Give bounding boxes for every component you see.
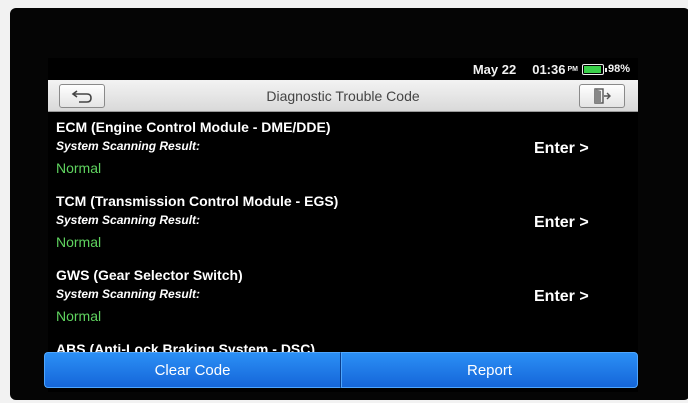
- scan-status: Normal: [56, 234, 102, 250]
- report-button[interactable]: Report: [341, 352, 638, 388]
- enter-button[interactable]: Enter >: [534, 288, 589, 306]
- enter-button[interactable]: Enter >: [534, 214, 589, 232]
- back-button[interactable]: [59, 84, 105, 108]
- enter-button[interactable]: Enter >: [534, 140, 589, 158]
- status-ampm: PM: [567, 65, 578, 73]
- exit-button[interactable]: [579, 84, 625, 108]
- status-time: 01:36: [532, 61, 566, 77]
- list-item-gws: GWS (Gear Selector Switch) System Scanni…: [48, 266, 638, 340]
- action-bar: Clear Code Report: [44, 352, 638, 388]
- clear-code-button[interactable]: Clear Code: [44, 352, 341, 388]
- status-date: May 22: [472, 61, 517, 77]
- battery-icon: [581, 63, 607, 75]
- scan-status: Normal: [56, 308, 102, 324]
- exit-icon: [594, 88, 611, 104]
- battery-percent: 98%: [607, 63, 630, 75]
- screen: May 22 01:36 PM 98% Diagnostic Trouble C…: [48, 58, 638, 392]
- scan-status: Normal: [56, 160, 102, 176]
- module-name: GWS (Gear Selector Switch): [56, 267, 243, 283]
- module-name: ECM (Engine Control Module - DME/DDE): [56, 119, 331, 135]
- title-bar: Diagnostic Trouble Code: [48, 80, 638, 112]
- status-bar: May 22 01:36 PM 98%: [48, 58, 638, 80]
- module-list: ECM (Engine Control Module - DME/DDE) Sy…: [48, 118, 638, 380]
- module-name: TCM (Transmission Control Module - EGS): [56, 193, 339, 209]
- list-item-ecm: ECM (Engine Control Module - DME/DDE) Sy…: [48, 118, 638, 192]
- list-item-tcm: TCM (Transmission Control Module - EGS) …: [48, 192, 638, 266]
- back-arrow-icon: [71, 90, 92, 103]
- page-title: Diagnostic Trouble Code: [266, 87, 420, 104]
